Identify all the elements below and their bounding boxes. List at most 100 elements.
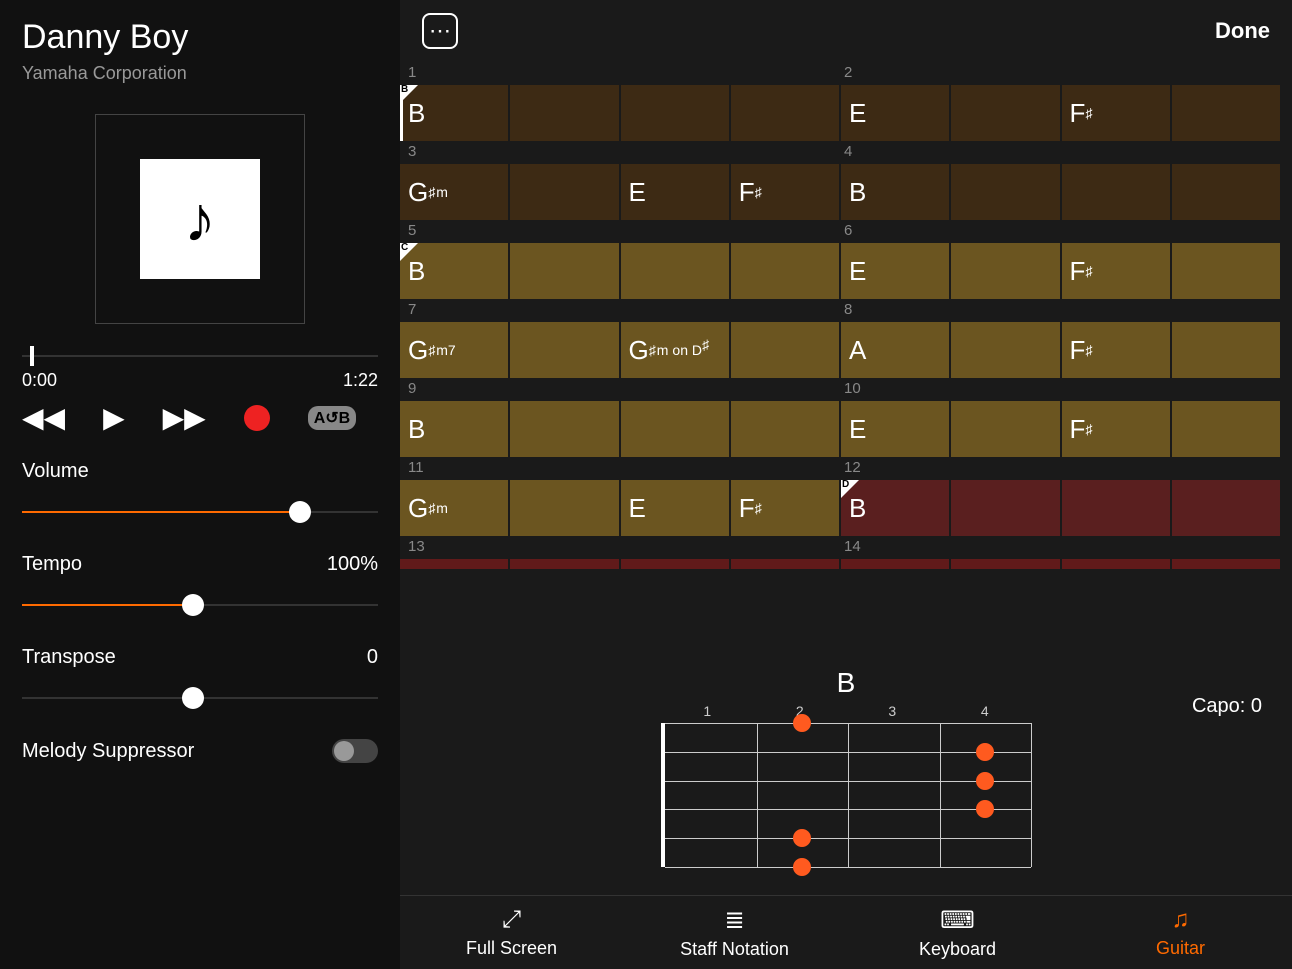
chord-cell[interactable]: E [841,243,949,299]
chord-cell[interactable]: F♯ [731,480,839,536]
finger-dot [976,772,994,790]
chord-cell[interactable] [510,401,618,457]
chord-cell[interactable] [510,480,618,536]
chord-cell[interactable] [1172,480,1280,536]
section-tag: C [401,242,408,253]
section-tag: B [401,84,408,95]
chord-cell[interactable]: E [841,401,949,457]
chord-cell[interactable]: F♯ [1062,401,1170,457]
tab-keyboard[interactable]: ⌨Keyboard [846,896,1069,969]
view-tabs: ⤢Full Screen ≣ Staff Notation ⌨Keyboard♫Gui… [400,895,1292,969]
chord-cell[interactable] [510,85,618,141]
progress-slider[interactable] [22,346,378,366]
tab-guitar[interactable]: ♫Guitar [1069,896,1292,969]
chord-cell[interactable]: G♯m on D♯ [621,322,729,378]
melody-suppressor-label: Melody Suppressor [22,740,194,763]
capo-label[interactable]: Capo: 0 [1192,695,1262,718]
chord-cell[interactable] [1062,480,1170,536]
chord-cell[interactable] [400,559,508,569]
chord-cell[interactable] [951,322,1059,378]
chord-cell[interactable] [731,85,839,141]
chord-cell[interactable] [951,480,1059,536]
chord-row-label: 910 [400,378,1280,401]
fret-number: 4 [939,703,1032,719]
chord-cell[interactable]: BB [400,85,508,141]
chord-cell[interactable] [951,85,1059,141]
song-artist: Yamaha Corporation [22,63,378,84]
chord-cell[interactable]: G♯m7 [400,322,508,378]
rewind-button[interactable]: ◀◀ [22,401,65,434]
chord-cell[interactable] [731,559,839,569]
chord-cell[interactable] [1172,401,1280,457]
chord-row[interactable]: G♯m EF♯B [400,164,1280,220]
play-button[interactable]: ▶ [103,401,125,434]
chord-cell[interactable] [731,401,839,457]
chord-cell[interactable] [1172,243,1280,299]
chord-row[interactable]: BB E F♯ [400,85,1280,141]
volume-slider[interactable] [22,497,378,527]
done-button[interactable]: Done [1215,18,1270,44]
ab-loop-button[interactable]: A↺B [308,406,357,430]
chord-cell[interactable] [1172,85,1280,141]
finger-dot [976,800,994,818]
chord-cell[interactable] [731,243,839,299]
music-note-icon: ♪ [140,159,260,279]
chord-row[interactable]: B E F♯ [400,401,1280,457]
chord-cell[interactable] [951,243,1059,299]
chord-cell[interactable] [1062,559,1170,569]
main-area: ⋯ Done 12BBEF♯34G♯mEF♯B56BCEF♯78G♯m7G♯m … [400,0,1292,969]
tempo-slider[interactable] [22,590,378,620]
chord-cell[interactable]: E [841,85,949,141]
chord-cell[interactable]: F♯ [731,164,839,220]
melody-suppressor-toggle[interactable] [332,739,378,763]
chord-cell[interactable]: G♯m [400,480,508,536]
transpose-slider[interactable] [22,683,378,713]
chord-row-label: 1112 [400,457,1280,480]
chord-cell[interactable] [731,322,839,378]
chord-cell[interactable] [951,559,1059,569]
chord-cell[interactable]: E [621,480,729,536]
more-menu-button[interactable]: ⋯ [422,13,458,49]
chord-cell[interactable] [1062,164,1170,220]
chord-cell[interactable] [621,85,729,141]
record-button[interactable] [244,405,270,431]
chord-cell[interactable] [621,559,729,569]
chord-cell[interactable] [510,164,618,220]
chord-cell[interactable] [510,322,618,378]
chord-cell[interactable]: BD [841,480,949,536]
fret-number: 1 [661,703,754,719]
chord-cell[interactable]: B [841,164,949,220]
chord-row-label: 1314 [400,536,1280,559]
chord-cell[interactable] [841,559,949,569]
tab-staff-notation[interactable]: ≣ Staff Notation [623,896,846,969]
chord-row-label: 12 [400,62,1280,85]
chord-cell[interactable] [510,243,618,299]
chord-cell[interactable]: A [841,322,949,378]
chord-cell[interactable]: BC [400,243,508,299]
transpose-value: 0 [367,646,378,669]
chord-cell[interactable]: E [621,164,729,220]
chord-cell[interactable]: B [400,401,508,457]
chord-cell[interactable] [1172,164,1280,220]
chord-cell[interactable]: F♯ [1062,322,1170,378]
chord-row[interactable]: G♯m EF♯BD [400,480,1280,536]
tab-label: Staff Notation [680,939,789,960]
chord-cell[interactable]: G♯m [400,164,508,220]
chord-cell[interactable] [951,164,1059,220]
chord-row[interactable]: G♯m7 G♯m on D♯ A F♯ [400,322,1280,378]
chord-cell[interactable]: F♯ [1062,243,1170,299]
tab-full-screen[interactable]: ⤢Full Screen [400,896,623,969]
staff-notation-icon: ≣ [724,906,744,935]
chord-cell[interactable] [951,401,1059,457]
chord-cell[interactable] [1172,559,1280,569]
chord-cell[interactable] [621,401,729,457]
chord-cell[interactable] [621,243,729,299]
chord-row[interactable]: BC E F♯ [400,243,1280,299]
chord-area[interactable]: 12BBEF♯34G♯mEF♯B56BCEF♯78G♯m7G♯m on D♯AF… [400,62,1292,665]
chord-cell[interactable] [1172,322,1280,378]
chord-cell[interactable]: F♯ [1062,85,1170,141]
forward-button[interactable]: ▶▶ [163,401,206,434]
chord-cell[interactable] [510,559,618,569]
album-art: ♪ [95,114,305,324]
chord-row[interactable] [400,559,1280,615]
